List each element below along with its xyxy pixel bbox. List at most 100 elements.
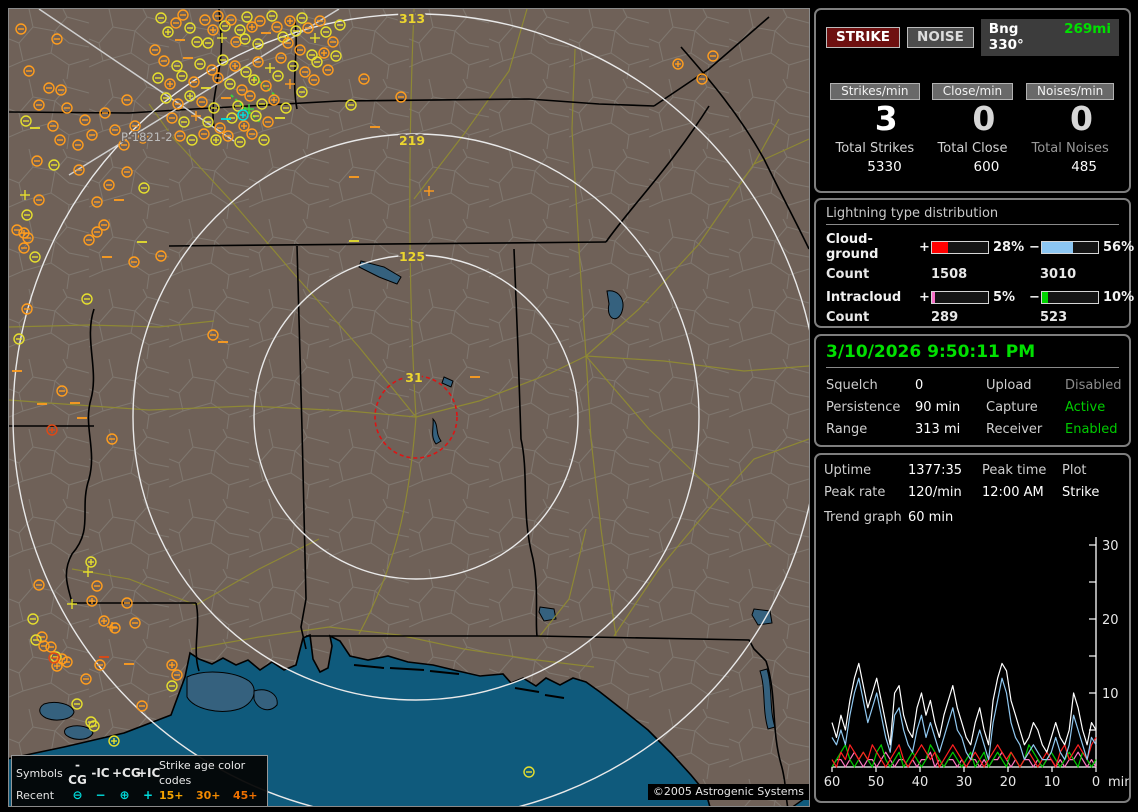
ring-label-125: 125: [399, 249, 425, 264]
x-tick-label: 60: [824, 775, 840, 790]
legend-row-recent-label: Recent: [16, 788, 66, 803]
ring-label-313: 313: [399, 11, 425, 26]
total-noises-value: 485: [1021, 159, 1119, 175]
legend-header-age: Strike age color codes: [159, 758, 264, 788]
y-tick-label: 20: [1102, 613, 1119, 628]
bearing-readout: Bng 330° 269mi: [981, 19, 1119, 56]
plot-value[interactable]: Strike: [1062, 485, 1121, 500]
cg-positive-bar: [931, 241, 989, 254]
close-per-min-header: Close/min: [932, 83, 1013, 100]
total-strikes-value: 5330: [826, 159, 924, 175]
strikes-per-min-value: 3: [826, 100, 924, 138]
circle-minus-icon: ⊖: [66, 803, 89, 807]
uptime-value: 1377:35: [908, 463, 982, 478]
x-tick-label: 50: [868, 775, 885, 790]
legend-header-pos-ic: +IC: [137, 766, 159, 781]
ic-negative-bar: [1041, 291, 1099, 304]
ic-positive-percent: 5%: [989, 290, 1028, 305]
strikes-per-min-header: Strikes/min: [830, 83, 919, 100]
age-code-45: 45+: [233, 788, 264, 803]
ring-label-31: 31: [405, 370, 422, 385]
x-tick-label: 40: [912, 775, 929, 790]
plus-sign: +: [918, 290, 931, 305]
plus-icon: +: [137, 803, 159, 807]
peak-time-value: 12:00 AM: [982, 485, 1062, 500]
session-trend-panel: Uptime 1377:35 Peak time Plot Peak rate …: [814, 453, 1131, 803]
x-tick-label: 0: [1092, 775, 1100, 790]
trend-series: [832, 737, 1096, 767]
upload-status: Disabled: [1065, 378, 1121, 393]
cg-positive-percent: 28%: [989, 240, 1028, 255]
storm-track-label[interactable]: P-1821-2: [121, 130, 173, 144]
legend-header-symbols: Symbols: [16, 766, 66, 781]
cg-positive-count: 1508: [931, 267, 1027, 282]
circle-plus-icon: ⊕: [112, 803, 137, 807]
age-code-60: 60+: [159, 803, 196, 807]
age-code-30: 30+: [196, 788, 233, 803]
cloud-ground-label: Cloud-ground: [826, 232, 918, 262]
capture-status: Active: [1065, 400, 1121, 415]
bearing-value: Bng 330°: [989, 21, 1050, 53]
noise-toggle-button[interactable]: NOISE: [907, 27, 974, 48]
ring-label-219: 219: [399, 133, 425, 148]
close-per-min-value: 0: [924, 100, 1022, 138]
plot-label: Plot: [1062, 463, 1121, 478]
x-tick-label: 30: [956, 775, 973, 790]
y-tick-label: 30: [1102, 539, 1119, 554]
ic-negative-percent: 10%: [1099, 290, 1134, 305]
trend-graph-label: Trend graph: [824, 510, 908, 525]
legend-row-old-label: Old: [16, 803, 66, 807]
receiver-label: Receiver: [986, 422, 1065, 437]
circle-plus-icon: ⊕: [112, 788, 137, 803]
receiver-status-panel: 3/10/2026 9:50:11 PM Squelch 0 Upload Di…: [814, 334, 1131, 447]
persistence-label: Persistence: [826, 400, 915, 415]
peak-rate-value: 120/min: [908, 485, 982, 500]
lightning-map[interactable]: 313 219 125 31 P-1821-2 Symbols -CG -IC …: [8, 8, 810, 807]
trend-graph-window: 60 min: [908, 510, 1121, 525]
ic-negative-count: 523: [1040, 310, 1119, 325]
minus-sign: −: [1028, 240, 1041, 255]
noises-per-min-header: Noises/min: [1026, 83, 1114, 100]
x-tick-label: 20: [1000, 775, 1017, 790]
total-close-label: Total Close: [924, 141, 1022, 156]
trend-graph: 10 20 30 60 50 40 30 20 10 0 min: [824, 527, 1129, 791]
ic-count-label: Count: [826, 310, 918, 325]
legend-header-neg-ic: -IC: [89, 766, 112, 781]
minus-icon: −: [89, 788, 112, 803]
squelch-value: 0: [915, 378, 986, 393]
minus-sign: −: [1028, 290, 1041, 305]
persistence-value: 90 min: [915, 400, 986, 415]
age-code-15: 15+: [159, 788, 196, 803]
age-code-90: 90+: [233, 803, 264, 807]
plus-sign: +: [918, 240, 931, 255]
cg-negative-bar: [1041, 241, 1099, 254]
peak-time-label: Peak time: [982, 463, 1062, 478]
range-value: 313 mi: [915, 422, 986, 437]
range-label: Range: [826, 422, 915, 437]
nexstorm-window: 313 219 125 31 P-1821-2 Symbols -CG -IC …: [0, 0, 1138, 812]
plus-icon: +: [137, 788, 159, 803]
uptime-label: Uptime: [824, 463, 908, 478]
total-strikes-label: Total Strikes: [826, 141, 924, 156]
legend-header-pos-cg: +CG: [112, 766, 137, 781]
lightning-distribution-panel: Lightning type distribution Cloud-ground…: [814, 198, 1131, 328]
strike-toggle-button[interactable]: STRIKE: [826, 27, 900, 48]
total-close-value: 600: [924, 159, 1022, 175]
map-legend: Symbols -CG -IC +CG +IC Strike age color…: [11, 755, 268, 807]
distribution-title: Lightning type distribution: [826, 206, 1119, 225]
x-axis-unit-label: min: [1108, 775, 1129, 790]
copyright-notice: ©2005 Astrogenic Systems: [648, 784, 809, 800]
circle-minus-icon: ⊖: [66, 788, 89, 803]
cg-negative-count: 3010: [1040, 267, 1119, 282]
cg-negative-percent: 56%: [1099, 240, 1134, 255]
x-tick-label: 10: [1044, 775, 1061, 790]
squelch-label: Squelch: [826, 378, 915, 393]
strike-stats-panel: STRIKE NOISE Bng 330° 269mi Strikes/min …: [814, 8, 1131, 193]
map-canvas: 313 219 125 31 P-1821-2: [9, 9, 809, 806]
total-noises-label: Total Noises: [1021, 141, 1119, 156]
ic-positive-bar: [931, 291, 989, 304]
peak-rate-label: Peak rate: [824, 485, 908, 500]
receiver-status: Enabled: [1065, 422, 1121, 437]
minus-icon: −: [89, 803, 112, 807]
y-tick-label: 10: [1102, 687, 1119, 702]
